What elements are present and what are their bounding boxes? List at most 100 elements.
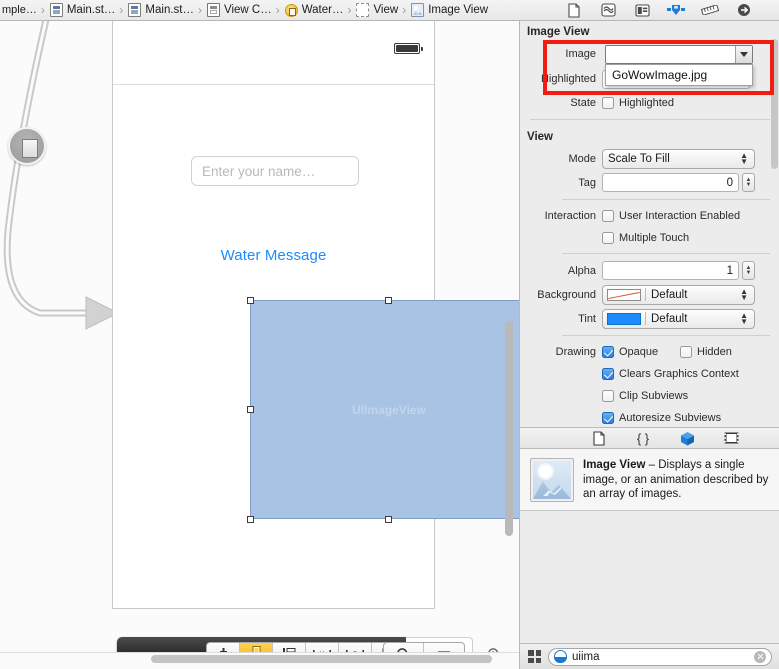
library-item-dash: – bbox=[645, 459, 659, 471]
storyboard-canvas[interactable]: Enter your name… Water Message UIImageVi… bbox=[0, 21, 519, 652]
zoom-in-button[interactable] bbox=[474, 642, 514, 652]
view-mode-grid-icon[interactable] bbox=[528, 650, 541, 663]
autoresize-subviews-row-inner[interactable]: Autoresize Subviews bbox=[602, 409, 721, 427]
clears-graphics-context-checkbox[interactable] bbox=[602, 367, 614, 380]
pin-button[interactable] bbox=[240, 643, 273, 652]
alpha-stepper[interactable]: ▲ ▼ bbox=[742, 261, 755, 280]
mode-popup-button[interactable]: Scale To Fill ▲ ▼ bbox=[602, 148, 755, 169]
multiple-touch-checkbox[interactable] bbox=[602, 231, 614, 244]
resize-handle-bottom-center[interactable] bbox=[384, 515, 392, 523]
mode-value: Scale To Fill bbox=[608, 152, 670, 165]
background-color-value: Default bbox=[651, 288, 688, 301]
identity-inspector-tab[interactable] bbox=[633, 2, 651, 18]
water-message-button[interactable]: Water Message bbox=[113, 247, 434, 264]
canvas-vertical-scrollbar[interactable] bbox=[505, 321, 513, 536]
clear-search-icon[interactable] bbox=[754, 650, 766, 663]
hidden-label: Hidden bbox=[697, 345, 732, 358]
canvas-toolbar bbox=[117, 637, 498, 652]
opaque-row[interactable]: Opaque bbox=[602, 343, 680, 361]
library-search-input[interactable]: uiima bbox=[548, 647, 772, 666]
attributes-inspector-tab[interactable] bbox=[667, 2, 685, 18]
background-color-popup[interactable]: Default ▲ ▼ bbox=[602, 284, 755, 305]
code-snippet-library-tab[interactable]: { } bbox=[634, 430, 652, 446]
clip-subviews-checkbox[interactable] bbox=[602, 389, 614, 402]
iphone-device-preview[interactable]: Enter your name… Water Message UIImageVi… bbox=[112, 21, 519, 609]
opaque-checkbox[interactable] bbox=[602, 345, 614, 358]
xcode-interface-builder-window: mple… › Main.st… › Main.st… › View C… › … bbox=[0, 0, 779, 669]
hidden-checkbox[interactable] bbox=[680, 345, 692, 358]
tint-color-swatch[interactable] bbox=[607, 312, 641, 325]
image-autocomplete-menu[interactable]: GoWowImage.jpg bbox=[605, 64, 753, 86]
update-frames-button[interactable] bbox=[306, 643, 339, 652]
image-autocomplete-option[interactable]: GoWowImage.jpg bbox=[612, 68, 707, 82]
section-divider bbox=[562, 335, 770, 336]
multiple-touch-row: Multiple Touch bbox=[520, 228, 779, 247]
alpha-field[interactable]: 1 bbox=[602, 261, 739, 280]
background-row: Background Default ▲ ▼ bbox=[520, 284, 779, 305]
resolve-auto-layout-issues-button[interactable] bbox=[273, 643, 306, 652]
size-inspector-tab[interactable] bbox=[701, 2, 719, 18]
segue-connection[interactable] bbox=[0, 21, 130, 361]
canvas-horizontal-scrollbar[interactable] bbox=[151, 655, 492, 663]
breadcrumb-item-main-storyboard-2[interactable]: Main.st… bbox=[126, 0, 195, 20]
user-interaction-enabled-checkbox[interactable] bbox=[602, 209, 614, 222]
align-button[interactable] bbox=[207, 643, 240, 652]
clip-subviews-row-inner[interactable]: Clip Subviews bbox=[602, 387, 688, 405]
zoom-actual-size-button[interactable] bbox=[424, 643, 464, 652]
selected-image-view[interactable]: UIImageView bbox=[250, 300, 519, 519]
background-color-swatch[interactable] bbox=[607, 288, 641, 301]
state-highlighted-label: Highlighted bbox=[619, 97, 675, 109]
swatch-divider bbox=[645, 288, 646, 301]
library-selected-item[interactable]: Image View – Displays a single image, or… bbox=[520, 449, 779, 511]
embed-in-button[interactable] bbox=[339, 643, 372, 652]
section-divider bbox=[562, 253, 770, 254]
resize-handle-bottom-left[interactable] bbox=[246, 515, 254, 523]
library-filter-bar: uiima bbox=[520, 643, 779, 669]
segue-badge-icon[interactable] bbox=[8, 127, 46, 165]
user-interaction-enabled-row[interactable]: User Interaction Enabled bbox=[602, 207, 740, 225]
autoresize-subviews-checkbox[interactable] bbox=[602, 411, 614, 424]
resize-handle-top-center[interactable] bbox=[384, 296, 392, 304]
hidden-row[interactable]: Hidden bbox=[680, 343, 732, 361]
drawing-row: Drawing Opaque Hidden bbox=[520, 342, 779, 361]
breadcrumb-label: Main.st… bbox=[145, 4, 194, 16]
name-text-field[interactable]: Enter your name… bbox=[191, 156, 359, 186]
zoom-out-button[interactable] bbox=[384, 643, 424, 652]
image-combo-box[interactable] bbox=[605, 45, 753, 64]
breadcrumb-label: View C… bbox=[224, 4, 272, 16]
inspector-vertical-scrollbar[interactable] bbox=[771, 39, 778, 169]
file-inspector-tab[interactable] bbox=[565, 2, 583, 18]
breadcrumb-item-water-view-controller[interactable]: Water… bbox=[283, 0, 345, 20]
object-library-tab[interactable] bbox=[678, 430, 696, 446]
clears-graphics-context-row-inner[interactable]: Clears Graphics Context bbox=[602, 365, 739, 383]
breadcrumb-item-view[interactable]: View bbox=[354, 0, 399, 20]
media-library-tab[interactable] bbox=[722, 430, 740, 446]
breadcrumb-label: Water… bbox=[301, 4, 344, 16]
breadcrumb-separator: › bbox=[275, 3, 280, 17]
file-template-library-tab[interactable] bbox=[590, 430, 608, 446]
tag-label: Tag bbox=[578, 176, 596, 189]
tag-stepper[interactable]: ▲ ▼ bbox=[742, 173, 755, 192]
image-combo-arrow-button[interactable] bbox=[735, 46, 752, 63]
connections-inspector-tab[interactable] bbox=[735, 2, 753, 18]
tint-color-popup[interactable]: Default ▲ ▼ bbox=[602, 308, 755, 329]
tag-field[interactable]: 0 bbox=[602, 173, 739, 192]
alpha-label: Alpha bbox=[567, 264, 596, 277]
breadcrumb-item-main-storyboard-1[interactable]: Main.st… bbox=[48, 0, 117, 20]
library-search-value: uiima bbox=[572, 650, 600, 663]
section-divider bbox=[530, 119, 770, 120]
breadcrumb-item-view-controller-scene[interactable]: View C… bbox=[205, 0, 273, 20]
canvas-bottom-bar bbox=[0, 652, 519, 669]
breadcrumb-item-image-view[interactable]: Image View bbox=[409, 0, 489, 20]
tint-row: Tint Default ▲ ▼ bbox=[520, 308, 779, 329]
resize-handle-top-left[interactable] bbox=[246, 296, 254, 304]
resize-handle-middle-left[interactable] bbox=[246, 406, 254, 413]
clears-graphics-context-label: Clears Graphics Context bbox=[619, 367, 739, 380]
opaque-label: Opaque bbox=[619, 345, 659, 358]
breadcrumb-item-project[interactable]: mple… bbox=[0, 0, 38, 20]
multiple-touch-row-inner[interactable]: Multiple Touch bbox=[602, 229, 689, 247]
state-highlighted-checkbox-row[interactable]: Highlighted bbox=[602, 94, 674, 112]
auto-layout-button-group bbox=[206, 642, 406, 652]
quick-help-inspector-tab[interactable] bbox=[599, 2, 617, 18]
state-highlighted-checkbox[interactable] bbox=[602, 97, 614, 109]
